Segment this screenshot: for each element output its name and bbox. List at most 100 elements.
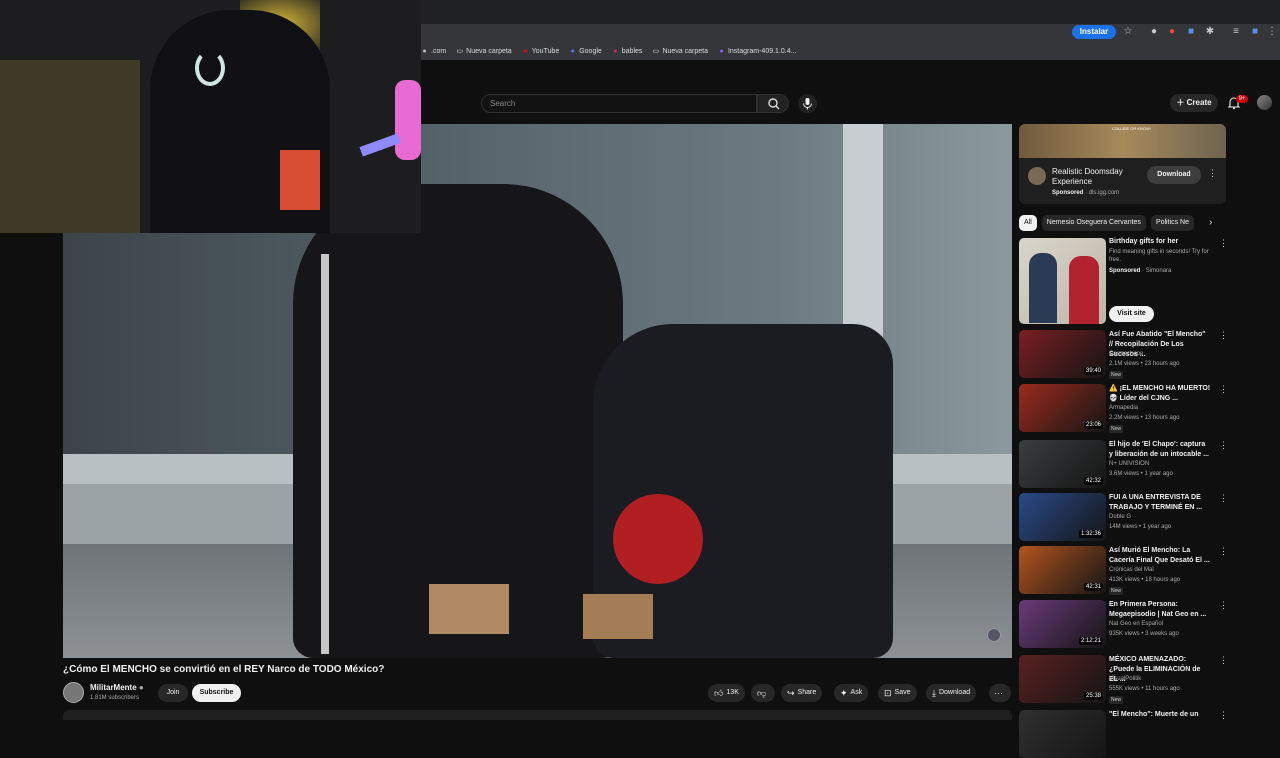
- recommendation-title[interactable]: Así Murió El Mencho: La Cacería Final Qu…: [1109, 546, 1211, 566]
- join-button[interactable]: Join: [158, 684, 188, 702]
- kebab-menu-icon[interactable]: ⋮: [1219, 493, 1228, 504]
- new-badge: New: [1109, 425, 1124, 433]
- visit-site-button[interactable]: Visit site: [1109, 306, 1154, 322]
- video-thumbnail[interactable]: 23:06: [1019, 384, 1106, 432]
- bookmark-item[interactable]: ● Google: [569, 48, 602, 55]
- recommendation-channel[interactable]: VisualPolitik: [1109, 676, 1141, 682]
- link-icon: ●: [422, 47, 427, 55]
- search-button[interactable]: [757, 94, 789, 113]
- video-frame: [429, 584, 509, 634]
- download-icon: ⤓: [932, 688, 936, 698]
- kebab-menu-icon[interactable]: ⋮: [1219, 710, 1228, 721]
- duration-badge: 39:40: [1083, 367, 1103, 375]
- save-button[interactable]: ⊡ Save: [878, 684, 917, 702]
- description-box[interactable]: [63, 710, 1012, 720]
- chip-2[interactable]: Politics Ne: [1150, 215, 1195, 231]
- chevron-right-icon[interactable]: ›: [1209, 217, 1212, 228]
- download-button[interactable]: ⤓ Download: [926, 684, 977, 702]
- thumbs-up-icon: 👍︎: [714, 688, 724, 698]
- recommendation-channel[interactable]: Carmochepe: [1109, 351, 1143, 357]
- bookmark-item[interactable]: ▭ Nueva carpeta: [456, 47, 512, 55]
- like-button[interactable]: 👍︎ 13K: [708, 684, 745, 702]
- channel-name[interactable]: MilitarMente ●: [90, 683, 144, 692]
- kebab-menu-icon[interactable]: ⋮: [1219, 440, 1228, 451]
- recommendation-stats: 3.6M views • 1 year ago: [1109, 471, 1173, 477]
- recommendation-channel[interactable]: Nat Geo en Español: [1109, 621, 1163, 627]
- sponsored-title[interactable]: Birthday gifts for her: [1109, 238, 1178, 245]
- search-input[interactable]: Search: [481, 94, 757, 113]
- webcam-frame: [359, 133, 401, 157]
- recommendation-channel[interactable]: Armapedia: [1109, 405, 1138, 411]
- ad-download-button[interactable]: Download: [1147, 166, 1201, 184]
- dislike-button[interactable]: 👎︎: [751, 684, 775, 702]
- bookmark-item[interactable]: ● Instagram-409.1.0.4...: [718, 48, 796, 55]
- sponsored-description: Find meaning gifts in seconds! Try for f…: [1109, 249, 1209, 263]
- ad-card[interactable]: COLLIDE OR KNOW! Realistic Doomsday Expe…: [1019, 124, 1226, 204]
- bookmark-item[interactable]: ▭ Nueva carpeta: [652, 48, 708, 55]
- ad-meta: Sponsored · dls.igg.com: [1052, 190, 1120, 196]
- youtube-icon: ●: [523, 47, 528, 55]
- recommendation-title[interactable]: ⚠️ ¡EL MENCHO HA MUERTO! 💀 Líder del CJN…: [1109, 384, 1211, 404]
- ask-button[interactable]: ✦ Ask: [834, 684, 869, 702]
- sparkle-icon: ✦: [840, 688, 848, 698]
- channel-watermark-icon[interactable]: [987, 628, 1001, 642]
- chip-1[interactable]: Nemesio Oseguera Cervantes: [1041, 215, 1146, 231]
- ad-title: Realistic Doomsday Experience: [1052, 167, 1123, 186]
- extension-icon[interactable]: ■: [1185, 26, 1197, 38]
- recommendation-channel[interactable]: N+ UNIVISION: [1109, 461, 1149, 467]
- video-thumbnail[interactable]: 39:40: [1019, 330, 1106, 378]
- extension-icon[interactable]: ●: [1166, 26, 1178, 38]
- menu-list-icon[interactable]: ≡: [1230, 26, 1242, 38]
- share-label: Share: [797, 689, 817, 696]
- recommendation-channel[interactable]: Crónicas del Mal: [1109, 567, 1154, 573]
- share-icon: ↪: [787, 688, 795, 698]
- kebab-menu-icon[interactable]: ⋮: [1219, 600, 1228, 611]
- sponsored-thumbnail[interactable]: [1019, 238, 1106, 324]
- recommendation-channel[interactable]: Doble G: [1109, 514, 1131, 520]
- recommendation-stats: 413K views • 18 hours ago: [1109, 577, 1181, 583]
- bookmark-label: Nueva carpeta: [466, 47, 512, 55]
- bookmark-item[interactable]: ● bables: [612, 48, 642, 55]
- folder-icon: ▭: [652, 47, 660, 55]
- duration-badge: 2:12:21: [1078, 637, 1103, 645]
- account-avatar[interactable]: [1257, 95, 1272, 110]
- video-thumbnail[interactable]: 42:31: [1019, 546, 1106, 594]
- chip-0[interactable]: All: [1019, 215, 1037, 231]
- subscribe-button[interactable]: Subscribe: [192, 684, 241, 702]
- recommendation-stats: 935K views • 3 weeks ago: [1109, 631, 1179, 637]
- channel-name-text: MilitarMente: [90, 683, 137, 692]
- recommendation-title[interactable]: FUI A UNA ENTREVISTA DE TRABAJO Y TERMIN…: [1109, 493, 1211, 513]
- share-button[interactable]: ↪ Share: [781, 684, 823, 702]
- kebab-menu-icon[interactable]: ⋮: [1219, 546, 1228, 557]
- profile-icon[interactable]: ■: [1249, 26, 1261, 38]
- recommendation-title[interactable]: En Primera Persona: Megaepisodio | Nat G…: [1109, 600, 1211, 620]
- kebab-menu-icon[interactable]: ⋮: [1266, 26, 1278, 38]
- video-thumbnail[interactable]: [1019, 710, 1106, 758]
- voice-search-button[interactable]: [798, 94, 817, 113]
- save-label: Save: [894, 689, 911, 696]
- star-icon[interactable]: ☆: [1122, 26, 1134, 38]
- video-thumbnail[interactable]: 1:32:36: [1019, 493, 1106, 541]
- kebab-menu-icon[interactable]: ⋮: [1219, 238, 1228, 249]
- bookmark-icon: ⊡: [884, 688, 892, 698]
- bookmark-label: .com: [431, 47, 447, 55]
- kebab-menu-icon[interactable]: ⋮: [1219, 330, 1228, 341]
- bookmark-item[interactable]: ● .com: [421, 48, 446, 55]
- kebab-menu-icon[interactable]: ⋮: [1208, 168, 1217, 179]
- kebab-menu-icon[interactable]: ⋮: [1219, 655, 1228, 666]
- video-thumbnail[interactable]: 42:32: [1019, 440, 1106, 488]
- kebab-menu-icon[interactable]: ⋮: [1219, 384, 1228, 395]
- channel-avatar[interactable]: [63, 682, 84, 703]
- bookmark-item[interactable]: ● YouTube: [522, 47, 559, 55]
- puzzle-icon[interactable]: ✱: [1204, 26, 1216, 38]
- recommendation-title[interactable]: El hijo de 'El Chapo': captura y liberac…: [1109, 440, 1211, 460]
- install-button[interactable]: Instalar: [1072, 25, 1116, 39]
- video-thumbnail[interactable]: 2:12:21: [1019, 600, 1106, 648]
- recommendation-stats: 2.2M views • 13 hours ago: [1109, 415, 1180, 421]
- recommendation-title[interactable]: "El Mencho": Muerte de un: [1109, 710, 1211, 720]
- video-thumbnail[interactable]: 25:38: [1019, 655, 1106, 703]
- more-actions-button[interactable]: ⋯: [989, 684, 1011, 702]
- create-button[interactable]: ＋ Create: [1170, 94, 1218, 112]
- extension-icon[interactable]: ●: [1148, 26, 1160, 38]
- folder-icon: ▭: [456, 47, 463, 55]
